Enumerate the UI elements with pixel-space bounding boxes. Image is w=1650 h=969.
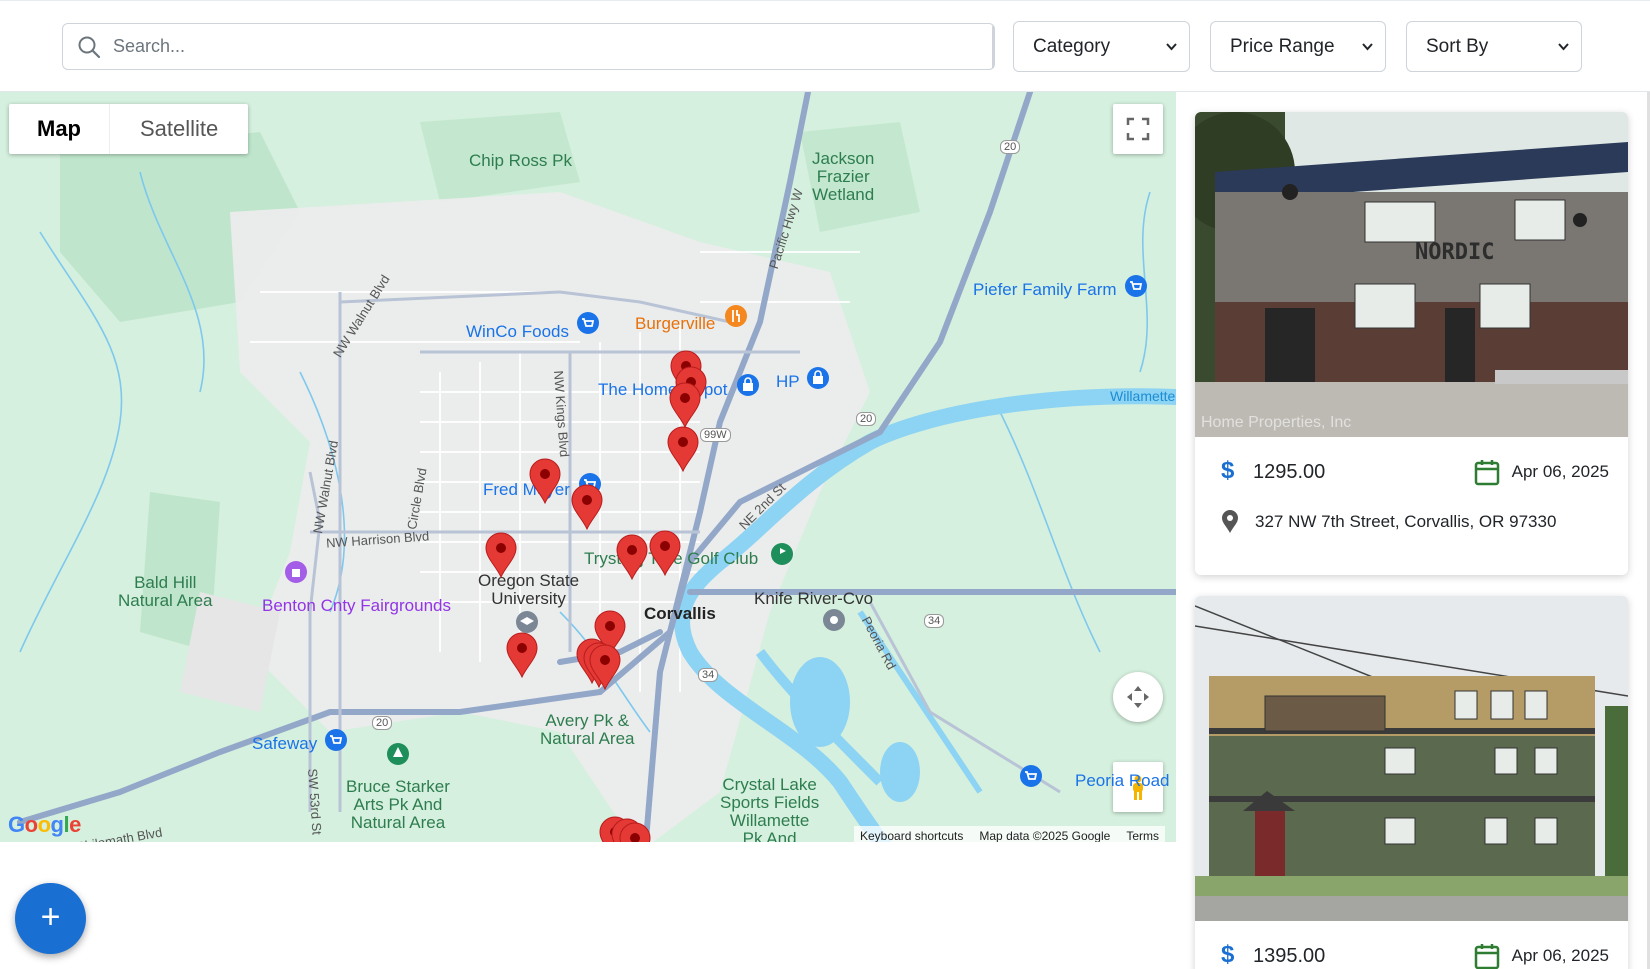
map-label-fairgrounds[interactable]: Benton Cnty Fairgrounds <box>262 596 451 616</box>
listing-price: 1395.00 <box>1253 945 1326 967</box>
restaurant-icon[interactable] <box>724 304 748 328</box>
highway-shield-34: 34 <box>924 614 945 628</box>
camera-control-button[interactable] <box>1113 672 1163 722</box>
map-label-hp[interactable]: HP <box>776 372 800 392</box>
calendar-icon <box>1474 460 1499 486</box>
map-label-crystal-lake: Crystal Lake Sports Fields Willamette Pk… <box>720 775 820 843</box>
listing-marker[interactable] <box>528 458 562 504</box>
listing-card[interactable]: NORDIC Home Properties, Inc $ 1295.00 Ap… <box>1195 112 1628 575</box>
listing-photo[interactable] <box>1195 596 1628 921</box>
map-label-peoria[interactable]: Peoria Road <box>1075 771 1170 791</box>
map-label-safeway[interactable]: Safeway <box>252 734 317 754</box>
dollar-icon: $ <box>1221 941 1235 969</box>
map-label-corvallis: Corvallis <box>644 604 716 623</box>
map-type-satellite-button[interactable]: Satellite <box>109 104 248 154</box>
shopping-cart-icon[interactable] <box>1124 274 1148 298</box>
park-tree-icon[interactable] <box>386 742 410 766</box>
search-box[interactable] <box>62 23 995 70</box>
highway-shield-34: 34 <box>698 668 719 682</box>
golf-icon[interactable] <box>770 542 794 566</box>
listing-marker[interactable] <box>615 534 649 580</box>
highway-shield-20: 20 <box>1000 140 1021 154</box>
fairgrounds-icon[interactable] <box>284 560 308 584</box>
shopping-cart-icon[interactable] <box>324 728 348 752</box>
search-icon <box>77 35 101 59</box>
sort-by-select[interactable]: Sort By <box>1406 21 1582 72</box>
chevron-down-icon <box>1362 43 1373 51</box>
map-label-jackson-frazier: Jackson Frazier Wetland <box>812 149 875 204</box>
listings-panel[interactable]: NORDIC Home Properties, Inc $ 1295.00 Ap… <box>1176 92 1650 969</box>
price-range-select[interactable]: Price Range <box>1210 21 1386 72</box>
svg-text:$: $ <box>1221 458 1235 482</box>
google-logo: Google <box>8 812 81 837</box>
listing-date: Apr 06, 2025 <box>1511 462 1609 481</box>
filter-bar: Category Price Range Sort By <box>0 0 1650 92</box>
map-label-willamette: Willamette <box>1110 388 1176 404</box>
map-label-home-depot[interactable]: The Home Depot <box>598 380 727 400</box>
shopping-bag-icon[interactable] <box>736 373 760 397</box>
map-type-map-button[interactable]: Map <box>9 104 109 154</box>
address-row: 327 NW 7th Street, Corvallis, OR 97330 <box>1221 510 1556 534</box>
move-arrows-icon <box>1127 686 1149 708</box>
map-label-piefer-farm[interactable]: Piefer Family Farm <box>973 280 1117 300</box>
terms-link[interactable]: Terms <box>1126 829 1159 842</box>
highway-shield-20: 20 <box>856 412 877 426</box>
listing-marker[interactable] <box>666 426 700 472</box>
chevron-down-icon <box>1166 43 1177 51</box>
map-attribution: Keyboard shortcuts Map data ©2025 Google… <box>854 826 1165 842</box>
map-data-text: Map data ©2025 Google <box>979 829 1111 842</box>
map-label-chip-ross: Chip Ross Pk <box>469 151 572 170</box>
listing-marker[interactable] <box>648 530 682 576</box>
listing-marker[interactable] <box>570 484 604 530</box>
listing-marker[interactable] <box>588 644 622 690</box>
search-input[interactable] <box>113 24 973 69</box>
price-row: $ 1295.00 <box>1221 457 1326 487</box>
svg-text:$: $ <box>1221 942 1235 966</box>
dollar-icon: $ <box>1221 457 1235 487</box>
listing-marker[interactable] <box>484 532 518 578</box>
map-view[interactable]: Map Satellite Chip Ross Pk Jackson Frazi… <box>0 92 1176 842</box>
category-select-label: Category <box>1033 36 1111 57</box>
listing-address: 327 NW 7th Street, Corvallis, OR 97330 <box>1255 512 1557 531</box>
location-pin-icon[interactable] <box>822 608 846 632</box>
listing-marker[interactable] <box>668 382 702 428</box>
map-label-avery-park: Avery Pk & Natural Area <box>540 711 635 748</box>
map-label-burgerville[interactable]: Burgerville <box>635 314 715 334</box>
add-listing-button[interactable]: + <box>15 883 86 954</box>
shopping-cart-icon[interactable] <box>576 311 600 335</box>
date-row: Apr 06, 2025 <box>1474 942 1609 969</box>
keyboard-shortcuts-link[interactable]: Keyboard shortcuts <box>860 829 963 842</box>
chevron-down-icon <box>1558 43 1569 51</box>
price-range-select-label: Price Range <box>1230 36 1335 57</box>
plus-icon: + <box>40 898 61 936</box>
search-divider <box>992 26 994 68</box>
photo-watermark: Home Properties, Inc <box>1201 414 1351 431</box>
building-sign-text: NORDIC <box>1415 240 1494 265</box>
map-type-control: Map Satellite <box>9 104 249 154</box>
listing-date: Apr 06, 2025 <box>1511 946 1609 965</box>
listing-marker[interactable] <box>505 632 539 678</box>
listing-marker[interactable] <box>618 822 652 842</box>
university-icon[interactable] <box>515 610 539 634</box>
highway-shield-99w: 99W <box>700 428 731 442</box>
price-row: $ 1395.00 <box>1221 941 1326 969</box>
highway-shield-20: 20 <box>372 716 393 730</box>
location-pin-icon <box>1222 510 1238 533</box>
date-row: Apr 06, 2025 <box>1474 458 1609 486</box>
map-label-bruce-starker: Bruce Starker Arts Pk And Natural Area <box>346 777 450 832</box>
calendar-icon <box>1474 944 1499 969</box>
fullscreen-icon <box>1126 117 1150 141</box>
map-label-winco[interactable]: WinCo Foods <box>466 322 569 342</box>
fullscreen-button[interactable] <box>1113 104 1163 154</box>
listing-photo[interactable]: NORDIC Home Properties, Inc <box>1195 112 1628 437</box>
listing-card[interactable]: $ 1395.00 Apr 06, 2025 <box>1195 596 1628 969</box>
category-select[interactable]: Category <box>1013 21 1190 72</box>
shopping-cart-icon[interactable] <box>1019 764 1043 788</box>
sort-by-select-label: Sort By <box>1426 36 1489 57</box>
map-label-bald-hill: Bald Hill Natural Area <box>118 573 213 610</box>
shopping-bag-icon[interactable] <box>806 366 830 390</box>
map-label-knife-river[interactable]: Knife River-Cvo <box>754 590 873 608</box>
listing-price: 1295.00 <box>1253 461 1326 483</box>
